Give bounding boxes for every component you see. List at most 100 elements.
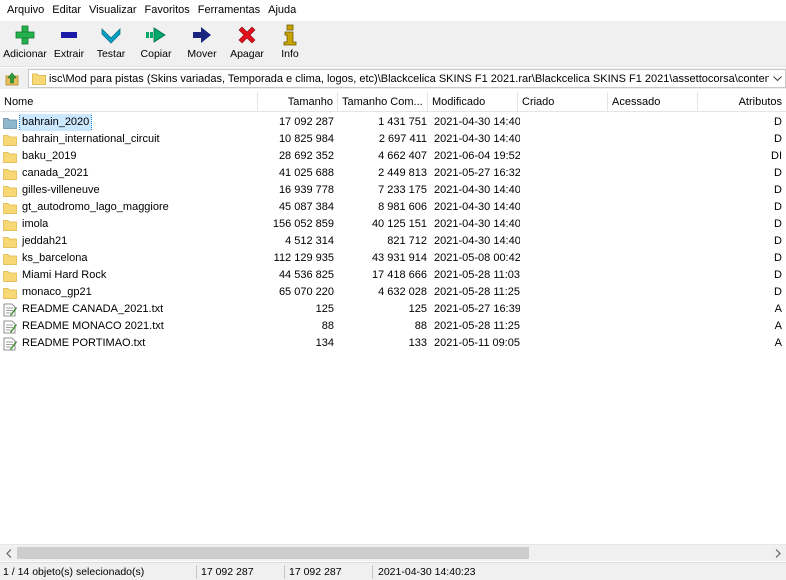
chevron-right-icon <box>775 549 781 558</box>
status-separator <box>196 565 197 579</box>
test-button-label: Testar <box>96 48 126 60</box>
folder-icon <box>3 116 20 130</box>
file-row[interactable]: bahrain_international_circuit 10 825 984 2… <box>0 131 786 148</box>
file-modified: 2021-04-30 14:40 <box>434 184 520 196</box>
up-arrow-icon <box>5 72 19 85</box>
file-row[interactable]: gilles-villeneuve 16 939 778 7 233 175 2021… <box>0 182 786 199</box>
file-name: jeddah21 <box>22 235 68 247</box>
delete-button[interactable]: Apagar <box>224 21 270 67</box>
path-input[interactable]: isc\Mod para pistas (Skins variadas, Tem… <box>28 69 786 88</box>
move-button[interactable]: Mover <box>180 21 224 67</box>
menu-editar[interactable]: Editar <box>48 0 85 21</box>
file-size: 88 <box>321 320 334 332</box>
menu-arquivo[interactable]: Arquivo <box>3 0 48 21</box>
menu-ajuda[interactable]: Ajuda <box>264 0 300 21</box>
file-name: imola <box>22 218 49 230</box>
file-modified: 2021-05-28 11:25 <box>434 286 520 298</box>
double-arrow-icon <box>145 24 167 46</box>
file-packed-size: 2 449 813 <box>378 167 427 179</box>
scroll-right-button[interactable] <box>769 545 786 562</box>
file-attributes: DI <box>771 150 782 162</box>
file-modified: 2021-04-30 14:40 <box>434 201 520 213</box>
chevron-down-icon[interactable] <box>769 75 785 82</box>
column-header-attributes[interactable]: Atributos <box>698 92 786 112</box>
info-button[interactable]: Info <box>270 21 310 67</box>
file-name-cell: canada_2021 <box>3 165 273 182</box>
file-attributes: D <box>774 235 782 247</box>
file-packed-size: 7 233 175 <box>378 184 427 196</box>
file-name-cell: README PORTIMAO.txt <box>3 335 273 352</box>
file-row[interactable]: bahrain_2020 17 092 287 1 431 751 2021-04-3… <box>0 114 786 131</box>
file-modified: 2021-05-28 11:03 <box>434 269 520 281</box>
horizontal-scrollbar[interactable] <box>0 544 786 561</box>
add-button[interactable]: Adicionar <box>2 21 48 67</box>
file-modified: 2021-05-27 16:39 <box>434 303 520 315</box>
plus-icon <box>14 24 36 46</box>
folder-icon <box>3 218 20 232</box>
menu-visualizar[interactable]: Visualizar <box>85 0 141 21</box>
scroll-left-button[interactable] <box>0 545 17 562</box>
file-modified: 2021-05-27 16:32 <box>434 167 520 179</box>
file-row[interactable]: Miami Hard Rock 44 536 825 17 418 666 2021-… <box>0 267 786 284</box>
status-separator <box>284 565 285 579</box>
file-row[interactable]: README MONACO 2021.txt 88 88 2021-05-28 11:… <box>0 318 786 335</box>
file-size: 134 <box>315 337 334 349</box>
check-arrow-icon <box>100 24 122 46</box>
column-header-accessed[interactable]: Acessado <box>608 92 698 112</box>
folder-icon <box>3 167 20 181</box>
file-name: canada_2021 <box>22 167 89 179</box>
copy-button[interactable]: Copiar <box>132 21 180 67</box>
text-file-icon <box>3 303 20 317</box>
file-modified: 2021-06-04 19:52 <box>434 150 520 162</box>
status-separator <box>372 565 373 579</box>
toolbar: Adicionar Extrair Testar Copiar Mover Apagar I… <box>0 21 786 67</box>
column-header-created[interactable]: Criado <box>518 92 608 112</box>
file-size: 28 692 352 <box>278 150 334 162</box>
file-size: 10 825 984 <box>278 133 334 145</box>
file-modified: 2021-04-30 14:40 <box>434 133 520 145</box>
file-row[interactable]: jeddah21 4 512 314 821 712 2021-04-30 14:40… <box>0 233 786 250</box>
folder-icon <box>32 73 46 85</box>
file-row[interactable]: ks_barcelona 112 129 935 43 931 914 2021-05… <box>0 250 786 267</box>
file-row[interactable]: monaco_gp21 65 070 220 4 632 028 2021-05-28… <box>0 284 786 301</box>
column-header-modified[interactable]: Modificado <box>428 92 518 112</box>
file-row[interactable]: README CANADA_2021.txt 125 125 2021-05-27 1… <box>0 301 786 318</box>
file-name: bahrain_international_circuit <box>22 133 160 145</box>
test-button[interactable]: Testar <box>90 21 132 67</box>
file-row[interactable]: imola 156 052 859 40 125 151 2021-04-30 14:… <box>0 216 786 233</box>
folder-icon <box>3 133 20 147</box>
file-row[interactable]: baku_2019 28 692 352 4 662 407 2021-06-04 1… <box>0 148 786 165</box>
file-name: monaco_gp21 <box>22 286 92 298</box>
file-row[interactable]: README PORTIMAO.txt 134 133 2021-05-11 09:0… <box>0 335 786 352</box>
folder-icon <box>3 184 20 198</box>
file-size: 65 070 220 <box>278 286 334 298</box>
file-row[interactable]: gt_autodromo_lago_maggiore 45 087 384 8 98… <box>0 199 786 216</box>
menu-favoritos[interactable]: Favoritos <box>141 0 194 21</box>
file-packed-size: 4 662 407 <box>378 150 427 162</box>
file-attributes: D <box>774 218 782 230</box>
file-size: 16 939 778 <box>278 184 334 196</box>
file-modified: 2021-04-30 14:40 <box>434 218 520 230</box>
add-button-label: Adicionar <box>3 48 47 60</box>
file-name: baku_2019 <box>22 150 77 162</box>
column-header-name[interactable]: Nome <box>0 92 258 112</box>
file-name: README MONACO 2021.txt <box>22 320 164 332</box>
file-name-cell: README CANADA_2021.txt <box>3 301 273 318</box>
column-header-size[interactable]: Tamanho <box>258 92 338 112</box>
file-packed-size: 40 125 151 <box>371 218 427 230</box>
column-header-packed-size[interactable]: Tamanho Com... <box>338 92 428 112</box>
file-packed-size: 821 712 <box>387 235 427 247</box>
file-size: 45 087 384 <box>278 201 334 213</box>
extract-button[interactable]: Extrair <box>48 21 90 67</box>
scrollbar-thumb[interactable] <box>17 547 529 559</box>
file-list[interactable]: Nome Tamanho Tamanho Com... Modificado C… <box>0 92 786 544</box>
file-size: 17 092 287 <box>278 116 334 128</box>
copy-button-label: Copiar <box>140 48 172 60</box>
file-packed-size: 88 <box>414 320 427 332</box>
file-rows: bahrain_2020 17 092 287 1 431 751 2021-04-3… <box>0 114 786 352</box>
folder-icon <box>3 150 20 164</box>
file-name-cell: gilles-villeneuve <box>3 182 273 199</box>
up-folder-button[interactable] <box>2 69 22 89</box>
file-row[interactable]: canada_2021 41 025 688 2 449 813 2021-05-27… <box>0 165 786 182</box>
menu-ferramentas[interactable]: Ferramentas <box>194 0 264 21</box>
